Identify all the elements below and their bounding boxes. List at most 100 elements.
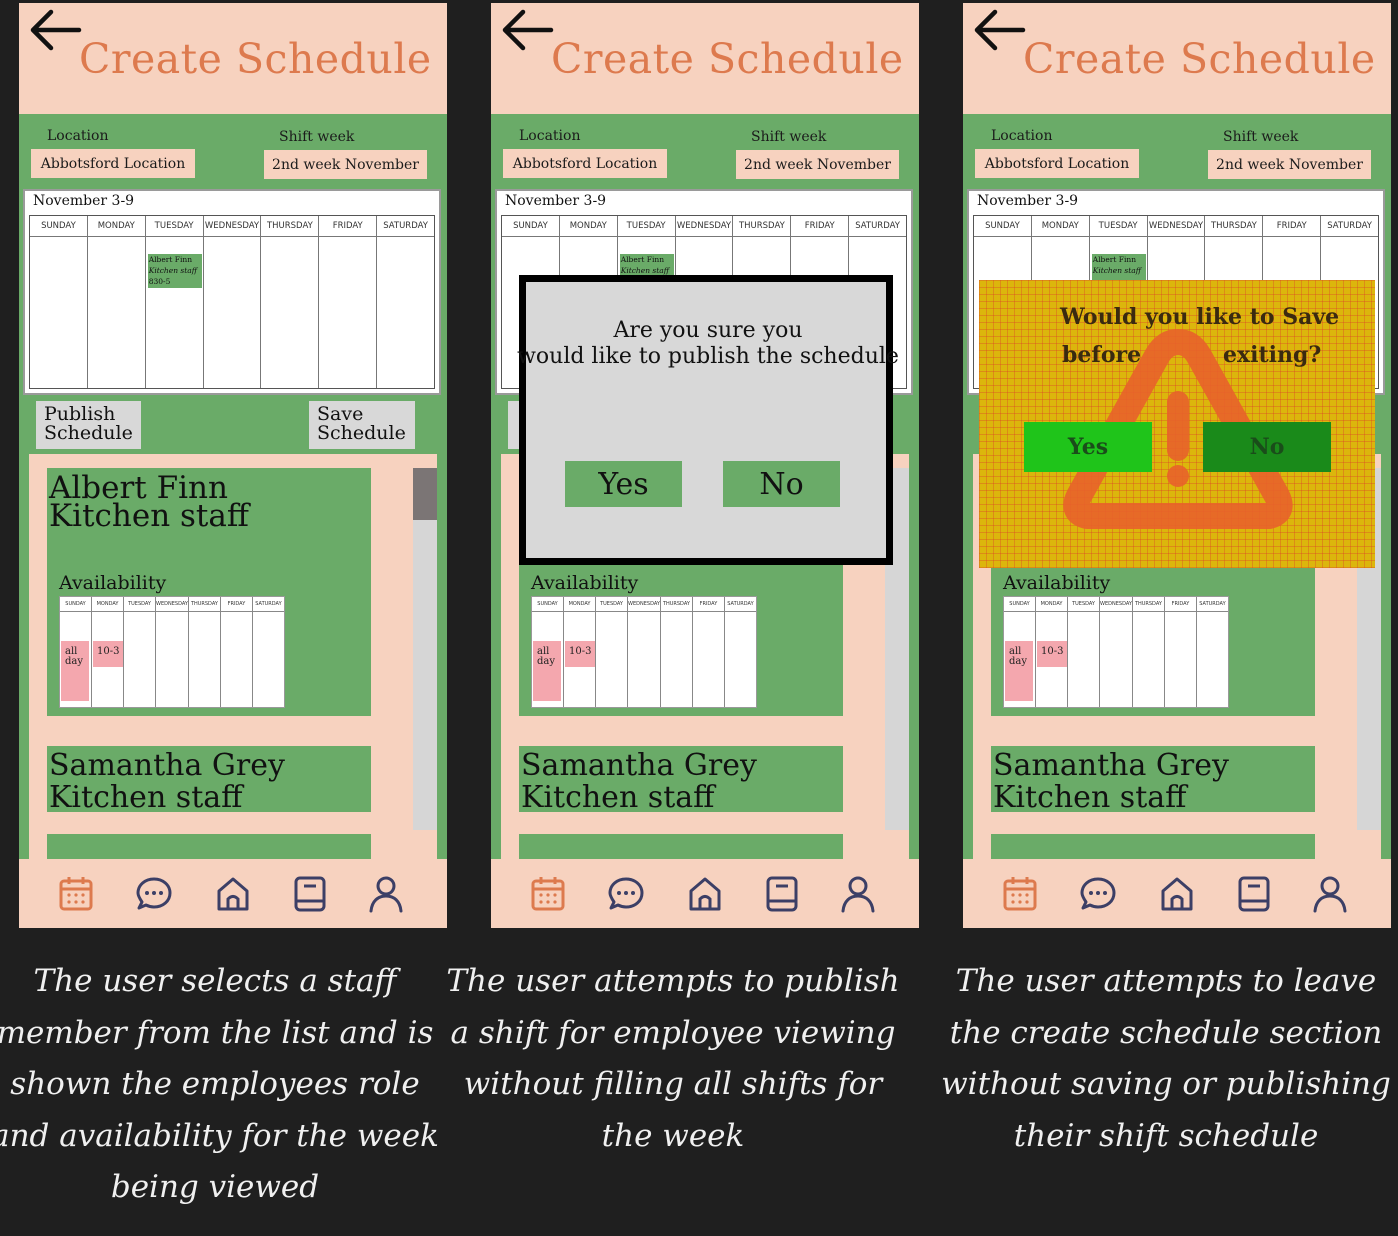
calendar-grid: SUNDAY MONDAY TUESDAY Albert Finn Kitche… xyxy=(29,215,435,389)
profile-icon[interactable] xyxy=(839,875,877,913)
back-arrow-icon[interactable] xyxy=(27,7,85,53)
day-column[interactable]: THURSDAY xyxy=(261,216,320,388)
bottom-nav xyxy=(19,859,447,928)
yes-button[interactable]: Yes xyxy=(565,461,682,507)
profile-icon[interactable] xyxy=(367,875,405,913)
no-button[interactable]: No xyxy=(723,461,840,507)
staff-card[interactable]: Samantha Grey Kitchen staff xyxy=(47,746,371,815)
caption-exit: The user attempts to leave the create sc… xyxy=(941,963,1391,1154)
phone-screen-save-prompt: Create Schedule Location Shift week Abbo… xyxy=(963,3,1391,928)
shift-block[interactable]: Albert Finn Kitchen staff 830-5 xyxy=(147,254,202,288)
day-header: THURSDAY xyxy=(261,216,319,237)
availability-monday: 10-3 xyxy=(93,641,124,667)
calendar-icon[interactable] xyxy=(529,875,567,913)
location-label: Location xyxy=(519,128,581,144)
chat-icon[interactable] xyxy=(1079,875,1117,913)
day-header: FRIDAY xyxy=(319,216,377,237)
dialog-question: Would you like to Save xyxy=(1060,304,1340,330)
save-before-exit-dialog: Would you like to Save before exiting? Y… xyxy=(979,280,1375,568)
book-icon[interactable] xyxy=(1235,875,1273,913)
day-header: WEDNESDAY xyxy=(203,216,261,237)
availability-grid: SUNDAY all day MONDAY 10-3 TUESDAY WEDNE… xyxy=(59,596,285,708)
availability-monday: 10-3 xyxy=(565,641,596,667)
calendar-title: November 3-9 xyxy=(33,193,135,209)
day-header: SATURDAY xyxy=(377,216,435,237)
caption-publish: The user attempts to publish a shift for… xyxy=(446,963,900,1154)
no-button[interactable]: No xyxy=(1203,422,1331,472)
day-column[interactable]: SUNDAY xyxy=(30,216,88,388)
caption-staff-select: The user selects a staff member from the… xyxy=(0,963,439,1205)
book-icon[interactable] xyxy=(763,875,801,913)
staff-name-role: Albert Finn Kitchen staff xyxy=(49,470,249,534)
staff-card[interactable]: Samantha Grey Kitchen staff xyxy=(991,746,1315,815)
app-header: Create Schedule xyxy=(19,3,447,114)
availability-sunday: all day xyxy=(1005,641,1033,701)
calendar-title: November 3-9 xyxy=(505,193,607,209)
staff-card[interactable]: Samantha Grey Kitchen staff xyxy=(519,746,843,815)
staff-card[interactable] xyxy=(47,834,371,861)
back-arrow-icon[interactable] xyxy=(971,7,1029,53)
page-title: Create Schedule xyxy=(1023,35,1376,83)
location-label: Location xyxy=(47,128,109,144)
phone-screen-publish-confirm: Create Schedule Location Shift week Abbo… xyxy=(491,3,919,928)
day-column[interactable]: WEDNESDAY xyxy=(203,216,262,388)
weekly-calendar: November 3-9 SUNDAY MONDAY TUESDAY Alber… xyxy=(23,189,441,395)
yes-button[interactable]: Yes xyxy=(1024,422,1152,472)
staff-name-role: Samantha Grey Kitchen staff xyxy=(49,748,285,815)
availability-monday: 10-3 xyxy=(1037,641,1068,667)
scrollbar-thumb[interactable] xyxy=(413,468,437,520)
publish-confirm-dialog: Are you sure you would like to publish t… xyxy=(517,275,899,565)
availability-grid: SUNDAY all day MONDAY 10-3 TUESDAY WEDNE… xyxy=(531,596,757,708)
shift-time: 830-5 xyxy=(148,277,171,286)
availability-sunday: all day xyxy=(61,641,89,701)
day-column[interactable]: MONDAY xyxy=(87,216,146,388)
book-icon[interactable] xyxy=(291,875,329,913)
shift-week-label: Shift week xyxy=(751,129,827,145)
app-header: Create Schedule xyxy=(491,3,919,114)
staff-card-selected[interactable]: Albert Finn Kitchen staff Availability S… xyxy=(47,468,371,716)
scrollbar[interactable] xyxy=(413,468,437,830)
bottom-nav xyxy=(491,859,919,928)
shift-week-label: Shift week xyxy=(279,129,355,145)
home-icon[interactable] xyxy=(686,875,724,913)
availability-grid: SUNDAY all day MONDAY 10-3 TUESDAY WEDNE… xyxy=(1003,596,1229,708)
app-header: Create Schedule xyxy=(963,3,1391,114)
phone-screen-staff-select: Create Schedule Location Shift week Abbo… xyxy=(19,3,447,928)
profile-icon[interactable] xyxy=(1311,875,1349,913)
day-header: MONDAY xyxy=(87,216,145,237)
location-select[interactable]: Abbotsford Location xyxy=(31,149,195,178)
availability-label: Availability xyxy=(531,572,639,594)
publish-schedule-button[interactable]: Publish Schedule xyxy=(36,401,141,449)
staff-card[interactable] xyxy=(519,834,843,861)
availability-sunday: all day xyxy=(533,641,561,701)
back-arrow-icon[interactable] xyxy=(499,7,557,53)
day-column[interactable]: FRIDAY xyxy=(319,216,378,388)
staff-card[interactable] xyxy=(991,834,1315,861)
shift-week-label: Shift week xyxy=(1223,129,1299,145)
shift-employee: Albert Finn xyxy=(148,255,193,264)
location-label: Location xyxy=(991,128,1053,144)
day-header: TUESDAY xyxy=(145,216,203,237)
dialog-question: Are you sure you would like to publish t… xyxy=(517,318,899,369)
shift-week-select[interactable]: 2nd week November xyxy=(264,150,427,179)
home-icon[interactable] xyxy=(1158,875,1196,913)
shift-week-select[interactable]: 2nd week November xyxy=(1208,150,1371,179)
save-schedule-button[interactable]: Save Schedule xyxy=(309,401,415,449)
staff-name-role: Samantha Grey Kitchen staff xyxy=(521,748,757,815)
staff-name-role: Samantha Grey Kitchen staff xyxy=(993,748,1229,815)
day-column[interactable]: TUESDAY Albert Finn Kitchen staff 830-5 xyxy=(145,216,204,388)
bottom-nav xyxy=(963,859,1391,928)
calendar-icon[interactable] xyxy=(1001,875,1039,913)
day-column[interactable]: SATURDAY xyxy=(377,216,435,388)
page-title: Create Schedule xyxy=(79,35,432,83)
calendar-icon[interactable] xyxy=(57,875,95,913)
chat-icon[interactable] xyxy=(135,875,173,913)
dialog-question-before: before xyxy=(1062,342,1142,368)
location-select[interactable]: Abbotsford Location xyxy=(503,149,667,178)
day-header: SUNDAY xyxy=(30,216,87,237)
shift-week-select[interactable]: 2nd week November xyxy=(736,150,899,179)
home-icon[interactable] xyxy=(214,875,252,913)
chat-icon[interactable] xyxy=(607,875,645,913)
location-select[interactable]: Abbotsford Location xyxy=(975,149,1139,178)
calendar-title: November 3-9 xyxy=(977,193,1079,209)
